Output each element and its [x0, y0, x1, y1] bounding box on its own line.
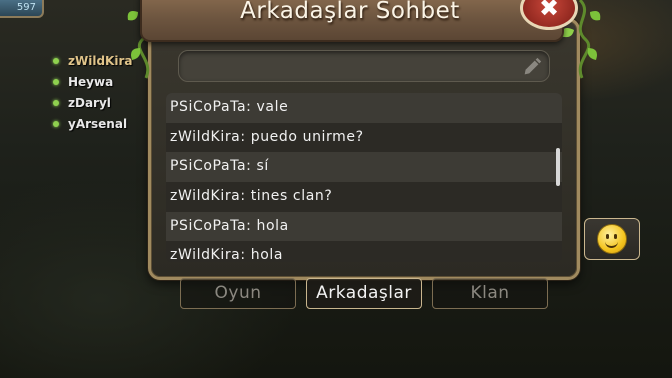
online-status-icon	[53, 120, 59, 127]
friend-list: zWildKira Heywa zDaryl yArsenal	[53, 50, 132, 134]
friend-name: zWildKira	[68, 53, 133, 68]
smiley-icon	[597, 224, 627, 254]
hud-counter: 597	[0, 0, 44, 18]
friend-name: yArsenal	[68, 116, 128, 131]
message-list[interactable]: PSiCoPaTa: vale zWildKira: puedo unirme?…	[166, 93, 562, 262]
chat-message: PSiCoPaTa: sí	[166, 152, 562, 183]
friend-item[interactable]: Heywa	[53, 71, 132, 92]
friend-name: Heywa	[68, 74, 114, 89]
tab-clan[interactable]: Klan	[432, 278, 548, 309]
friend-name: zDaryl	[68, 95, 111, 110]
online-status-icon	[53, 78, 59, 85]
friend-item[interactable]: zWildKira	[53, 50, 132, 71]
pencil-icon[interactable]	[521, 56, 543, 78]
chat-message: zWildKira: puedo unirme?	[166, 122, 562, 153]
online-status-icon	[53, 57, 59, 64]
chat-message: PSiCoPaTa: vale	[166, 93, 562, 123]
chat-input[interactable]	[178, 50, 550, 82]
chat-message: zWildKira: hola	[166, 241, 562, 262]
scrollbar-thumb[interactable]	[556, 148, 560, 186]
tab-friends[interactable]: Arkadaşlar	[306, 278, 422, 309]
chat-message: PSiCoPaTa: hola	[166, 211, 562, 242]
emoji-button[interactable]	[584, 218, 640, 260]
chat-message: zWildKira: tines clan?	[166, 182, 562, 212]
online-status-icon	[53, 99, 59, 106]
tab-game[interactable]: Oyun	[180, 278, 296, 309]
close-icon: ✖	[538, 0, 560, 22]
friend-item[interactable]: yArsenal	[53, 113, 132, 134]
window-title: Arkadaşlar Sohbet	[240, 0, 460, 24]
friend-item[interactable]: zDaryl	[53, 92, 132, 113]
